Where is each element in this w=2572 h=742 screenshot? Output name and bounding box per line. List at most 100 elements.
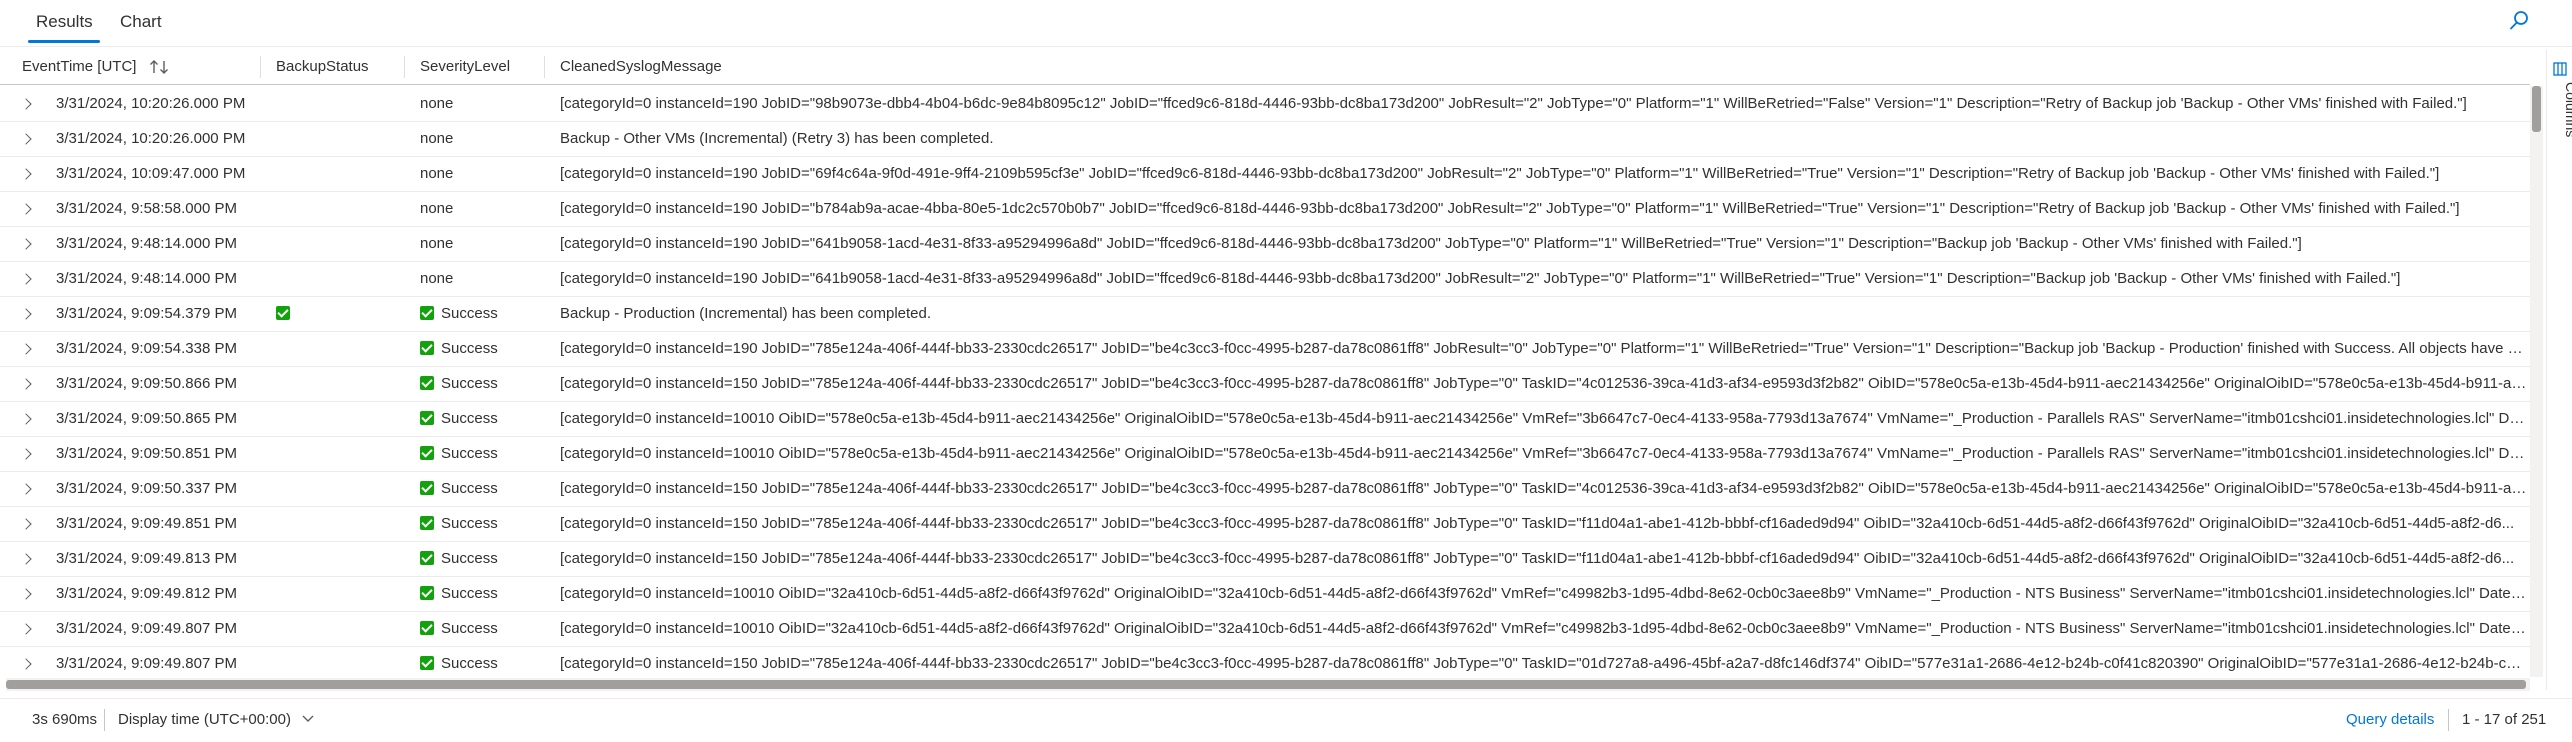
chevron-right-icon [22, 343, 32, 355]
chevron-right-icon [22, 658, 32, 670]
expand-row-button[interactable] [22, 366, 42, 401]
expand-row-button[interactable] [22, 611, 42, 646]
vertical-scrollbar[interactable] [2530, 86, 2543, 677]
chevron-right-icon [22, 413, 32, 425]
backup-status-cell [276, 121, 406, 156]
table-row[interactable]: 3/31/2024, 9:09:49.812 PM Success [categor… [0, 576, 2530, 612]
expand-row-button[interactable] [22, 471, 42, 506]
syslog-message-cell: [categoryId=0 instanceId=150 JobID="785e… [560, 655, 2528, 672]
column-separator[interactable] [544, 56, 545, 78]
expand-row-button[interactable] [22, 226, 42, 261]
expand-row-button[interactable] [22, 261, 42, 296]
severity-level-text: Success [441, 550, 498, 567]
table-row[interactable]: 3/31/2024, 9:58:58.000 PM none [categoryId… [0, 191, 2530, 227]
event-time-cell: 3/31/2024, 9:09:50.865 PM [56, 410, 237, 427]
expand-row-button[interactable] [22, 541, 42, 576]
syslog-message-cell: [categoryId=0 instanceId=150 JobID="785e… [560, 550, 2515, 567]
table-row[interactable]: 3/31/2024, 9:09:50.851 PM Success [categor… [0, 436, 2530, 472]
table-row[interactable]: 3/31/2024, 10:09:47.000 PM none [categoryI… [0, 156, 2530, 192]
severity-level-text: none [420, 165, 454, 182]
tab-bar: Results Chart [0, 0, 2572, 47]
display-time-dropdown[interactable]: Display time (UTC+00:00) [118, 711, 315, 728]
column-header-severitylevel[interactable]: SeverityLevel [420, 50, 510, 84]
event-time-cell: 3/31/2024, 9:58:58.000 PM [56, 200, 237, 217]
severity-level-text: none [420, 235, 454, 252]
severity-level-text: Success [441, 480, 498, 497]
severity-level-cell: Success [420, 541, 550, 576]
tab-results[interactable]: Results [36, 12, 93, 32]
severity-level-cell: Success [420, 331, 550, 366]
display-time-label: Display time (UTC+00:00) [118, 711, 291, 728]
event-time-cell: 3/31/2024, 9:09:50.866 PM [56, 375, 237, 392]
column-header-backupstatus[interactable]: BackupStatus [276, 50, 369, 84]
backup-status-cell [276, 401, 406, 436]
table-row[interactable]: 3/31/2024, 9:09:49.813 PM Success [categor… [0, 541, 2530, 577]
table-row[interactable]: 3/31/2024, 9:09:54.379 PM Success Backup -… [0, 296, 2530, 332]
table-row[interactable]: 3/31/2024, 9:09:50.337 PM Success [categor… [0, 471, 2530, 507]
expand-row-button[interactable] [22, 191, 42, 226]
success-check-icon [420, 411, 434, 426]
table-row[interactable]: 3/31/2024, 9:09:54.338 PM Success [categor… [0, 331, 2530, 367]
column-header-eventtime[interactable]: EventTime [UTC] [22, 50, 171, 84]
table-row[interactable]: 3/31/2024, 9:09:49.807 PM Success [categor… [0, 611, 2530, 647]
expand-row-button[interactable] [22, 86, 42, 121]
column-separator[interactable] [260, 56, 261, 78]
search-button[interactable] [2506, 8, 2532, 34]
expand-row-button[interactable] [22, 436, 42, 471]
chevron-right-icon [22, 553, 32, 565]
column-header-cleanedsyslogmessage[interactable]: CleanedSyslogMessage [560, 50, 722, 84]
severity-level-text: Success [441, 340, 498, 357]
table-row[interactable]: 3/31/2024, 10:20:26.000 PM none [categoryI… [0, 86, 2530, 122]
severity-level-text: Success [441, 585, 498, 602]
syslog-message-cell: [categoryId=0 instanceId=10010 OibID="32… [560, 585, 2528, 602]
expand-row-button[interactable] [22, 156, 42, 191]
table-row[interactable]: 3/31/2024, 9:09:49.807 PM Success [categor… [0, 646, 2530, 677]
severity-level-cell: Success [420, 646, 550, 677]
expand-row-button[interactable] [22, 646, 42, 677]
chevron-right-icon [22, 168, 32, 180]
severity-level-cell: Success [420, 296, 550, 331]
event-time-cell: 3/31/2024, 9:48:14.000 PM [56, 270, 237, 287]
tab-chart[interactable]: Chart [120, 12, 162, 32]
table-row[interactable]: 3/31/2024, 10:20:26.000 PM none Backup - O… [0, 121, 2530, 157]
vertical-scrollbar-thumb[interactable] [2532, 86, 2541, 132]
event-time-cell: 3/31/2024, 9:09:49.851 PM [56, 515, 237, 532]
expand-row-button[interactable] [22, 576, 42, 611]
footer-separator [104, 709, 105, 731]
expand-row-button[interactable] [22, 401, 42, 436]
expand-row-button[interactable] [22, 331, 42, 366]
chevron-right-icon [22, 273, 32, 285]
table-row[interactable]: 3/31/2024, 9:09:50.866 PM Success [categor… [0, 366, 2530, 402]
table-row[interactable]: 3/31/2024, 9:09:50.865 PM Success [categor… [0, 401, 2530, 437]
table-row[interactable]: 3/31/2024, 9:09:49.851 PM Success [categor… [0, 506, 2530, 542]
results-grid: 3/31/2024, 10:20:26.000 PM none [categoryI… [0, 86, 2530, 677]
expand-row-button[interactable] [22, 506, 42, 541]
grid-header: EventTime [UTC] BackupStatus SeverityLev… [0, 50, 2530, 85]
table-row[interactable]: 3/31/2024, 9:48:14.000 PM none [categoryId… [0, 226, 2530, 262]
expand-row-button[interactable] [22, 121, 42, 156]
success-check-icon [420, 551, 434, 566]
tab-results-underline [28, 40, 100, 43]
query-details-link[interactable]: Query details [2346, 711, 2434, 728]
columns-panel-label[interactable]: Columns [2563, 82, 2572, 137]
syslog-message-cell: [categoryId=0 instanceId=190 JobID="785e… [560, 340, 2528, 357]
syslog-message-cell: [categoryId=0 instanceId=10010 OibID="57… [560, 410, 2528, 427]
expand-row-button[interactable] [22, 296, 42, 331]
sort-icon[interactable] [149, 59, 171, 75]
chevron-down-icon [302, 715, 314, 722]
success-check-icon [420, 481, 434, 496]
severity-level-cell: none [420, 156, 550, 191]
backup-status-cell [276, 506, 406, 541]
column-separator[interactable] [404, 56, 405, 78]
severity-level-cell: Success [420, 471, 550, 506]
horizontal-scrollbar[interactable] [6, 678, 2530, 691]
chevron-right-icon [22, 518, 32, 530]
columns-side-panel[interactable]: Columns [2546, 50, 2572, 690]
table-row[interactable]: 3/31/2024, 9:48:14.000 PM none [categoryId… [0, 261, 2530, 297]
chevron-right-icon [22, 448, 32, 460]
search-icon [2510, 11, 2528, 30]
query-duration: 3s 690ms [32, 711, 98, 728]
backup-status-cell [276, 261, 406, 296]
horizontal-scrollbar-thumb[interactable] [6, 680, 2526, 689]
event-time-cell: 3/31/2024, 9:09:50.851 PM [56, 445, 237, 462]
